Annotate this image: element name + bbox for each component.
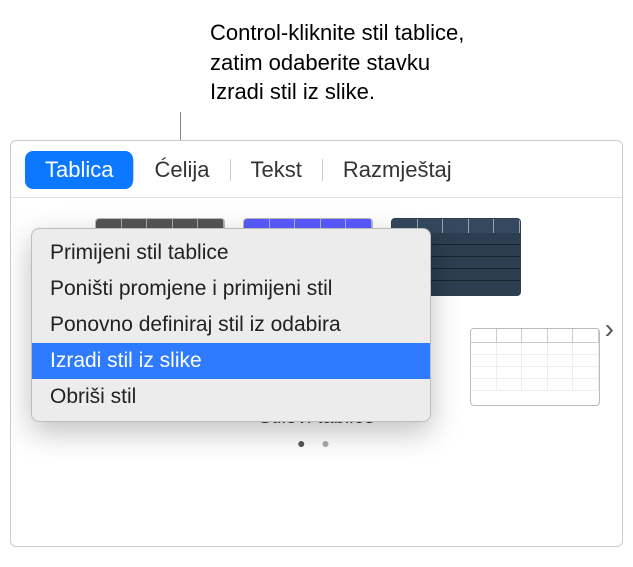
callout-line-3: Izradi stil iz slike. [210, 77, 590, 107]
table-styles-area: › Primijeni stil tablice Poništi promjen… [11, 198, 622, 461]
menu-item-revert-apply[interactable]: Poništi promjene i primijeni stil [32, 271, 430, 307]
chevron-right-icon[interactable]: › [605, 313, 614, 345]
context-menu: Primijeni stil tablice Poništi promjene … [31, 228, 431, 422]
tab-text[interactable]: Tekst [231, 151, 322, 189]
menu-item-create-from-image[interactable]: Izradi stil iz slike [32, 343, 430, 379]
callout-text: Control-kliknite stil tablice, zatim oda… [210, 18, 590, 107]
menu-item-redefine-from-selection[interactable]: Ponovno definiraj stil iz odabira [32, 307, 430, 343]
tab-table[interactable]: Tablica [25, 151, 133, 189]
page-dots[interactable]: ● ● [25, 435, 608, 451]
tab-layout[interactable]: Razmještaj [323, 151, 472, 189]
callout-line-2: zatim odaberite stavku [210, 48, 590, 78]
table-style-thumb[interactable] [470, 328, 600, 406]
tab-cell[interactable]: Ćelija [134, 151, 229, 189]
inspector-panel: Tablica Ćelija Tekst Razmještaj [10, 140, 623, 547]
tab-bar: Tablica Ćelija Tekst Razmještaj [11, 141, 622, 198]
menu-item-apply-style[interactable]: Primijeni stil tablice [32, 235, 430, 271]
callout-line-1: Control-kliknite stil tablice, [210, 18, 590, 48]
menu-item-delete-style[interactable]: Obriši stil [32, 379, 430, 415]
